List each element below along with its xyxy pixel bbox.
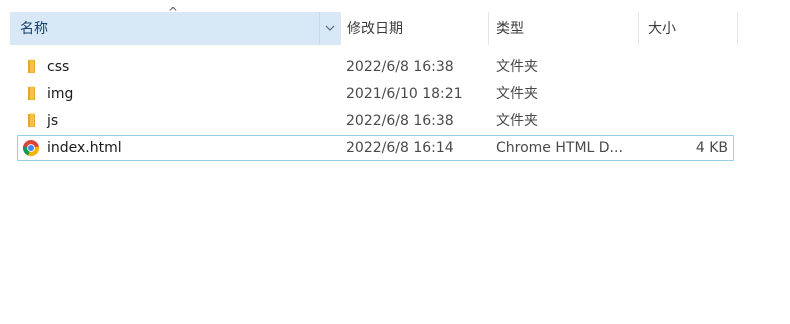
file-size: 4 KB	[695, 140, 728, 156]
file-type: 文件夹	[496, 86, 538, 102]
file-name: css	[47, 59, 70, 75]
column-header-size-label: 大小	[648, 21, 676, 37]
chrome-icon	[22, 140, 40, 157]
file-type: 文件夹	[496, 113, 538, 129]
file-name: index.html	[47, 140, 122, 156]
file-name: img	[47, 86, 74, 102]
file-date: 2022/6/8 16:14	[346, 140, 454, 156]
chevron-down-icon	[325, 25, 335, 31]
file-name: js	[47, 113, 59, 129]
file-type: Chrome HTML D...	[496, 140, 623, 156]
file-row-index-html[interactable]: index.html 2022/6/8 16:14 Chrome HTML D.…	[17, 135, 734, 161]
folder-icon	[28, 113, 35, 127]
file-date: 2021/6/10 18:21	[346, 86, 463, 102]
file-row-img[interactable]: img 2021/6/10 18:21 文件夹	[17, 81, 734, 107]
column-header-name-label: 名称	[20, 21, 48, 37]
column-header-type-label: 类型	[496, 21, 524, 37]
column-header: 名称 ^ 修改日期 类型 大小	[0, 6, 740, 45]
folder-icon	[28, 86, 35, 100]
file-row-js[interactable]: js 2022/6/8 16:38 文件夹	[17, 108, 734, 134]
file-type: 文件夹	[496, 59, 538, 75]
column-filter-dropdown[interactable]	[319, 12, 340, 45]
folder-icon	[28, 59, 35, 73]
column-header-date-label: 修改日期	[347, 21, 403, 37]
sort-ascending-icon: ^	[168, 5, 179, 19]
column-header-name[interactable]: 名称 ^	[10, 6, 340, 45]
column-header-date[interactable]: 修改日期	[340, 12, 488, 45]
file-row-css[interactable]: css 2022/6/8 16:38 文件夹	[17, 54, 734, 80]
file-date: 2022/6/8 16:38	[346, 113, 454, 129]
column-header-size[interactable]: 大小	[638, 12, 738, 45]
file-date: 2022/6/8 16:38	[346, 59, 454, 75]
column-header-type[interactable]: 类型	[488, 12, 638, 45]
